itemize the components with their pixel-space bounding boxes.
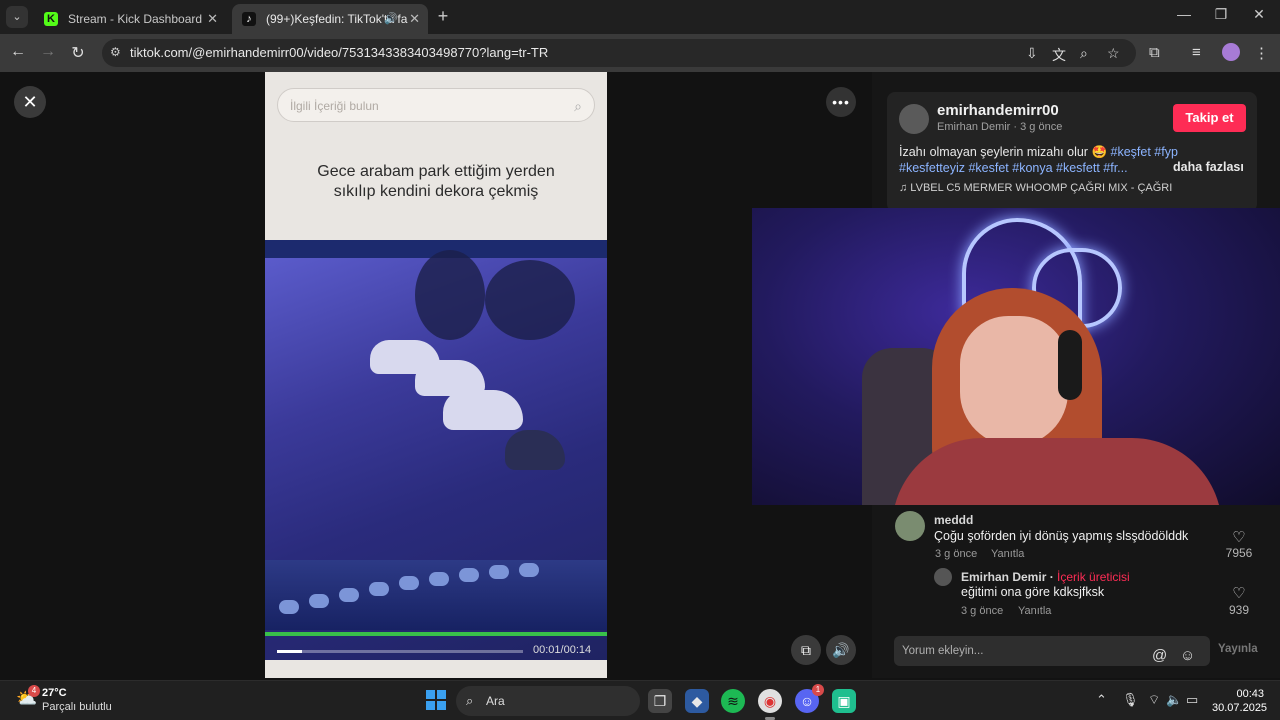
close-tab-icon[interactable]: ✕ [207, 4, 218, 34]
follow-button[interactable]: Takip et [1173, 104, 1246, 132]
weather-temp[interactable]: 27°C [42, 687, 67, 699]
video-player[interactable]: İlgili İçeriği bulun ⌕ Gece arabam park … [265, 72, 607, 678]
window-close-button[interactable]: ✕ [1250, 6, 1268, 23]
discord-badge: 1 [812, 684, 824, 696]
author-meta: Emirhan Demir · 3 g önce [937, 121, 1063, 133]
windows-start-icon[interactable] [426, 690, 446, 710]
commenter-avatar[interactable] [934, 568, 952, 586]
commenter-name-row[interactable]: Emirhan Demir · İçerik üreticisi [961, 570, 1130, 584]
description-text: İzahı olmayan şeylerin mizahı olur 🤩 [899, 145, 1108, 159]
video-caption: Gece arabam park ettiğim yerden sıkılıp … [317, 163, 555, 200]
media-controls-icon[interactable]: ≡ [1192, 44, 1201, 61]
speaker-icon[interactable]: 🔊 [384, 4, 398, 34]
comment-input[interactable]: Yorum ekleyin... @ ☺ [894, 636, 1210, 666]
url-text[interactable]: tiktok.com/@emirhandemirr00/video/753134… [130, 39, 548, 67]
related-search-input[interactable]: İlgili İçeriği bulun ⌕ [277, 88, 595, 122]
taskbar-search-label: Ara [486, 694, 505, 708]
address-bar[interactable]: ⚙ tiktok.com/@emirhandemirr00/video/7531… [102, 39, 1136, 67]
taskbar-search[interactable]: ⌕ Ara [456, 686, 640, 716]
tab-kick-dashboard[interactable]: K Stream - Kick Dashboard ✕ [34, 4, 226, 34]
microphone-icon[interactable]: 🎙 [1122, 692, 1139, 708]
bookmark-star-icon[interactable]: ☆ [1107, 45, 1120, 62]
zoom-icon[interactable]: ⌕ [1080, 45, 1088, 62]
weather-condition[interactable]: Parçalı bulutlu [42, 701, 112, 713]
extensions-icon[interactable]: ⧉ [1149, 44, 1160, 61]
tab-search-button[interactable]: ⌄ [6, 6, 28, 28]
tab-title: Stream - Kick Dashboard [68, 12, 203, 26]
kick-logo-icon: K [44, 12, 58, 26]
commenter-name[interactable]: meddd [934, 513, 973, 527]
chrome-icon[interactable]: ◉ [758, 689, 782, 713]
close-video-button[interactable]: ✕ [14, 86, 46, 118]
tab-tiktok[interactable]: ♪ (99+)Keşfedin: TikTok'ta fa 🔊 ✕ [232, 4, 428, 34]
like-count: 939 [1228, 603, 1250, 617]
search-icon[interactable]: ⌕ [574, 89, 582, 123]
comment-text: Çoğu şoförden iyi dönüş yapmış slsşdödöl… [934, 529, 1189, 543]
install-app-icon[interactable]: ⇩ [1026, 45, 1038, 62]
maximize-button[interactable]: ❐ [1212, 6, 1230, 23]
video-progress-bar[interactable] [277, 650, 523, 653]
volume-icon[interactable]: 🔈 [1166, 692, 1182, 708]
minimize-button[interactable]: — [1175, 6, 1193, 22]
headset-icon [1058, 330, 1082, 400]
reply-link[interactable]: Yanıtla [1018, 605, 1051, 617]
tiktok-logo-icon: ♪ [242, 12, 256, 26]
clock-date: 30.07.2025 [1212, 702, 1268, 714]
comment-time: 3 g önce [961, 605, 1004, 617]
music-link[interactable]: ♫ LVBEL C5 MERMER WHOOMP ÇAĞRI MIX - ÇAĞ… [899, 182, 1172, 194]
more-options-button[interactable]: ••• [826, 87, 856, 117]
windows-taskbar: ⛅ 4 27°C Parçalı bulutlu ⌕ Ara ❐ ◆ ≋ ◉ ☺… [0, 680, 1280, 720]
like-heart-icon[interactable]: ♡ [1224, 528, 1254, 546]
creator-badge: İçerik üreticisi [1057, 570, 1130, 584]
clock-time: 00:43 [1236, 688, 1264, 700]
emoji-icon[interactable]: ☺ [1180, 641, 1195, 671]
forward-button[interactable]: → [38, 43, 58, 61]
profile-avatar[interactable] [1222, 43, 1240, 61]
commenter-avatar[interactable] [895, 511, 925, 541]
app-icon-green[interactable]: ▣ [832, 689, 856, 713]
wifi-icon[interactable]: ⌔ [1148, 692, 1160, 708]
reload-button[interactable]: ↻ [68, 43, 88, 63]
translate-icon[interactable]: 文 [1052, 45, 1066, 65]
close-tab-icon[interactable]: ✕ [409, 4, 420, 34]
browser-tab-bar: ⌄ K Stream - Kick Dashboard ✕ ♪ (99+)Keş… [0, 0, 1280, 34]
task-view-icon[interactable]: ❐ [648, 689, 672, 713]
like-count: 7956 [1225, 546, 1253, 560]
app-icon[interactable]: ◆ [685, 689, 709, 713]
comment-placeholder: Yorum ekleyin... [902, 645, 984, 657]
site-info-icon[interactable]: ⚙ [110, 45, 121, 59]
back-button[interactable]: ← [8, 43, 28, 61]
comment-text: eğitimi ona göre kdksjfksk [961, 585, 1105, 599]
webcam-overlay [752, 208, 1280, 505]
post-info-card: emirhandemirr00 Emirhan Demir · 3 g önce… [887, 92, 1257, 212]
browser-toolbar: ← → ↻ ⚙ tiktok.com/@emirhandemirr00/vide… [0, 34, 1280, 72]
system-clock[interactable]: 00:43 30.07.2025 [1212, 687, 1268, 715]
comment-time: 3 g önce [935, 548, 978, 560]
commenter-name[interactable]: Emirhan Demir [961, 570, 1046, 584]
post-description: İzahı olmayan şeylerin mizahı olur 🤩 #ke… [899, 144, 1189, 176]
post-comment-button[interactable]: Yayınla [1218, 643, 1258, 655]
weather-badge: 4 [28, 685, 40, 697]
reply-link[interactable]: Yanıtla [991, 548, 1024, 560]
author-username[interactable]: emirhandemirr00 [937, 102, 1059, 119]
menu-kebab-icon[interactable]: ⋮ [1254, 44, 1269, 62]
mention-icon[interactable]: @ [1152, 641, 1167, 671]
search-placeholder: İlgili İçeriği bulun [290, 99, 379, 113]
streamer [862, 268, 1232, 505]
video-time: 00:01/00:14 [533, 644, 592, 656]
floating-player-icon[interactable]: ⧉ [791, 635, 821, 665]
search-icon: ⌕ [466, 693, 474, 708]
discord-icon[interactable]: ☺ 1 [795, 684, 824, 713]
author-avatar[interactable] [899, 104, 929, 134]
tray-chevron-icon[interactable]: ⌃ [1096, 692, 1107, 708]
like-heart-icon[interactable]: ♡ [1224, 584, 1254, 602]
volume-icon[interactable]: 🔊 [826, 635, 856, 665]
battery-icon[interactable]: ▭ [1186, 692, 1198, 708]
see-more-link[interactable]: daha fazlası [1173, 160, 1244, 174]
spotify-icon[interactable]: ≋ [721, 689, 745, 713]
cctv-footage [265, 240, 607, 660]
new-tab-button[interactable]: + [434, 6, 452, 28]
